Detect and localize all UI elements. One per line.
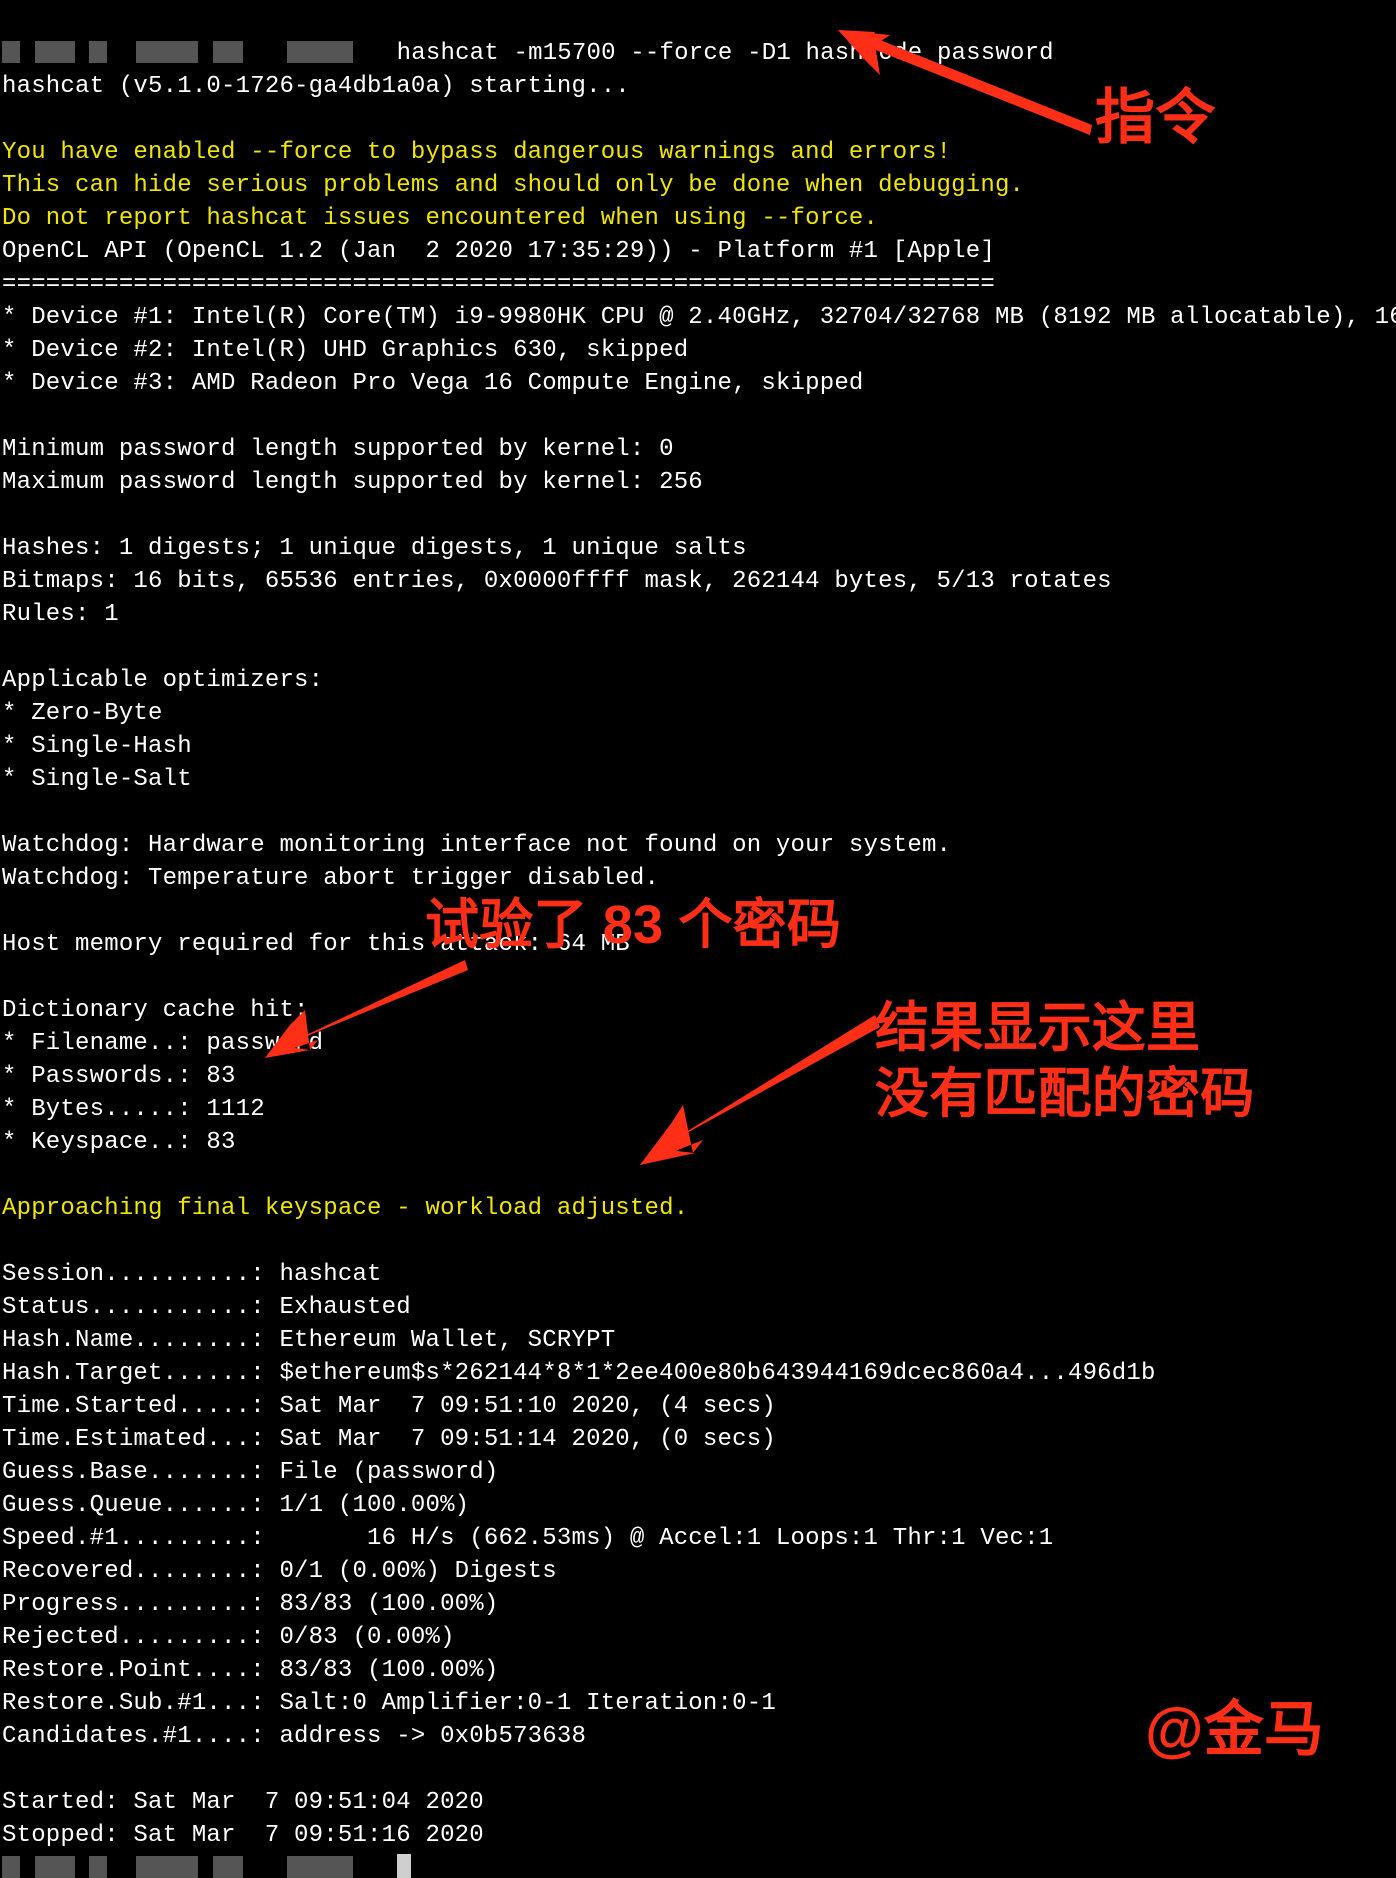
status-progress: Progress.........: 83/83 (100.00%) <box>2 1591 498 1618</box>
terminal-output: hashcat -m15700 --force -D1 hashcode pas… <box>0 0 1396 1878</box>
warn-line-3: Do not report hashcat issues encountered… <box>2 205 878 232</box>
dict-filename: * Filename..: password <box>2 1030 323 1057</box>
opencl-line: OpenCL API (OpenCL 1.2 (Jan 2 2020 17:35… <box>2 238 995 265</box>
status-restoresub: Restore.Sub.#1...: Salt:0 Amplifier:0-1 … <box>2 1690 776 1717</box>
hr-line: ========================================… <box>2 271 995 298</box>
cursor-icon <box>397 1854 411 1878</box>
status-rejected: Rejected.........: 0/83 (0.00%) <box>2 1624 455 1651</box>
dict-passwords: * Passwords.: 83 <box>2 1063 236 1090</box>
optimizer-1: * Zero-Byte <box>2 700 163 727</box>
status-speed: Speed.#1.........: 16 H/s (662.53ms) @ A… <box>2 1525 1053 1552</box>
optimizers-header: Applicable optimizers: <box>2 667 323 694</box>
status-guessqueue: Guess.Queue......: 1/1 (100.00%) <box>2 1492 469 1519</box>
host-memory: Host memory required for this attack: 64… <box>2 931 630 958</box>
status-guessbase: Guess.Base.......: File (password) <box>2 1459 498 1486</box>
hashes-line: Hashes: 1 digests; 1 unique digests, 1 u… <box>2 535 747 562</box>
approaching-line: Approaching final keyspace - workload ad… <box>2 1195 688 1222</box>
device-2: * Device #2: Intel(R) UHD Graphics 630, … <box>2 337 688 364</box>
optimizer-3: * Single-Salt <box>2 766 192 793</box>
stopped-line: Stopped: Sat Mar 7 09:51:16 2020 <box>2 1822 484 1849</box>
max-len: Maximum password length supported by ker… <box>2 469 703 496</box>
status-hashname: Hash.Name........: Ethereum Wallet, SCRY… <box>2 1327 615 1354</box>
bitmaps-line: Bitmaps: 16 bits, 65536 entries, 0x0000f… <box>2 568 1112 595</box>
warn-line-2: This can hide serious problems and shoul… <box>2 172 1024 199</box>
status-recovered: Recovered........: 0/1 (0.00%) Digests <box>2 1558 557 1585</box>
started-line: Started: Sat Mar 7 09:51:04 2020 <box>2 1789 484 1816</box>
min-len: Minimum password length supported by ker… <box>2 436 674 463</box>
rules-line: Rules: 1 <box>2 601 119 628</box>
status-hashtarget: Hash.Target......: $ethereum$s*262144*8*… <box>2 1360 1156 1387</box>
watchdog-2: Watchdog: Temperature abort trigger disa… <box>2 865 659 892</box>
status-session: Session..........: hashcat <box>2 1261 382 1288</box>
dict-bytes: * Bytes.....: 1112 <box>2 1096 265 1123</box>
command-text: hashcat -m15700 --force -D1 hashcode pas… <box>397 40 1054 67</box>
prompt-line-2 <box>2 1855 411 1878</box>
starting-line: hashcat (v5.1.0-1726-ga4db1a0a) starting… <box>2 73 630 100</box>
status-timeest: Time.Estimated...: Sat Mar 7 09:51:14 20… <box>2 1426 776 1453</box>
prompt-line: hashcat -m15700 --force -D1 hashcode pas… <box>2 40 1054 67</box>
device-3: * Device #3: AMD Radeon Pro Vega 16 Comp… <box>2 370 864 397</box>
status-timestart: Time.Started.....: Sat Mar 7 09:51:10 20… <box>2 1393 776 1420</box>
warn-line-1: You have enabled --force to bypass dange… <box>2 139 951 166</box>
status-status: Status...........: Exhausted <box>2 1294 411 1321</box>
watchdog-1: Watchdog: Hardware monitoring interface … <box>2 832 951 859</box>
dict-keyspace: * Keyspace..: 83 <box>2 1129 236 1156</box>
device-1: * Device #1: Intel(R) Core(TM) i9-9980HK… <box>2 304 1396 331</box>
dict-header: Dictionary cache hit: <box>2 997 309 1024</box>
status-candidates: Candidates.#1....: address -> 0x0b573638 <box>2 1723 586 1750</box>
optimizer-2: * Single-Hash <box>2 733 192 760</box>
status-restorepoint: Restore.Point....: 83/83 (100.00%) <box>2 1657 498 1684</box>
